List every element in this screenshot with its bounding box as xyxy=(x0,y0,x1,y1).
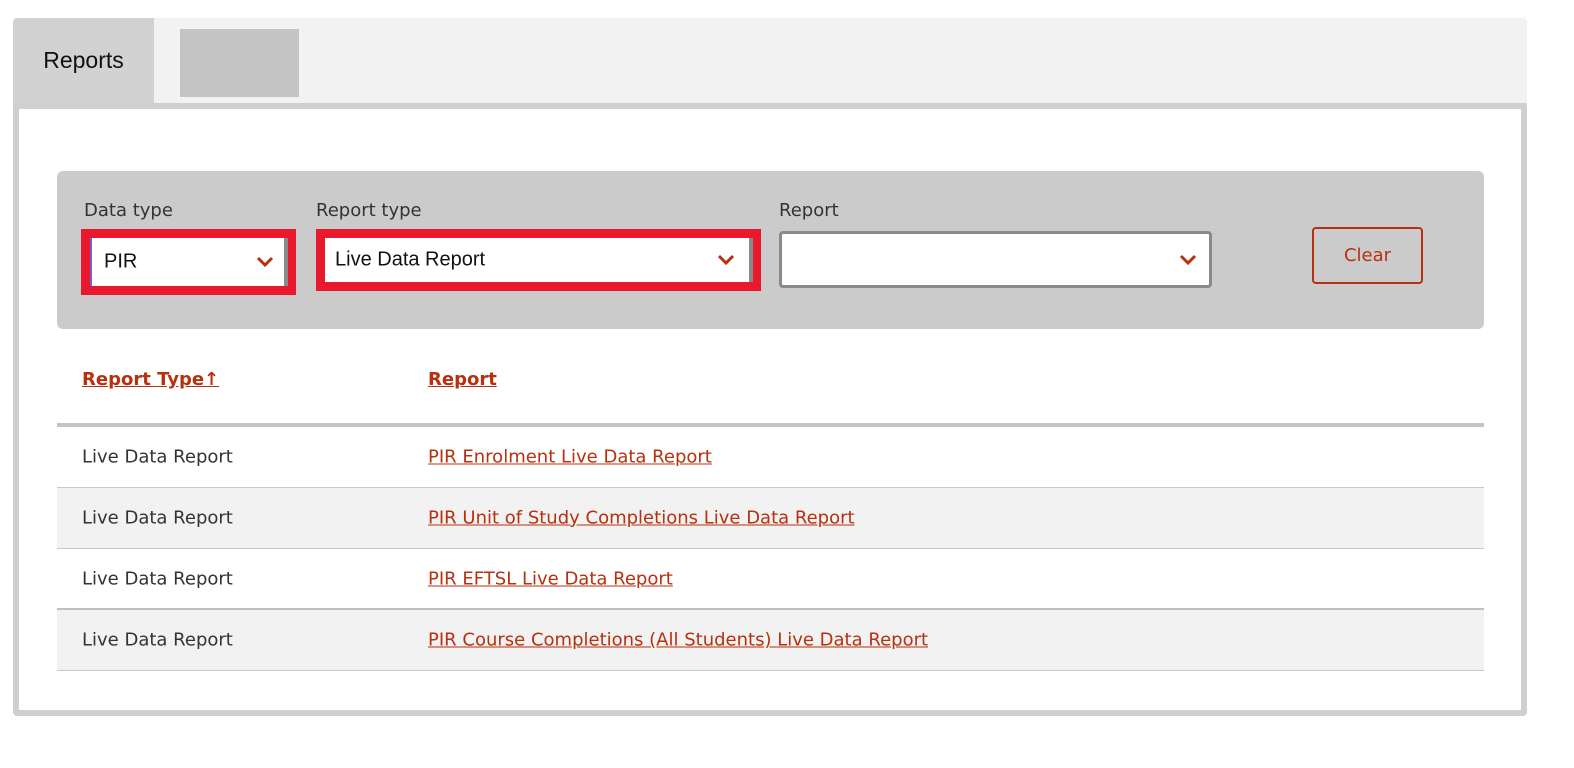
tab-reports-label: Reports xyxy=(43,47,124,73)
chevron-down-icon xyxy=(256,256,274,268)
tab-blank[interactable] xyxy=(180,29,299,97)
row-report-type: Live Data Report xyxy=(82,629,233,651)
chevron-down-icon xyxy=(717,254,735,266)
reports-panel: Data type PIR Report type Live Data Repo… xyxy=(13,103,1527,716)
chevron-down-icon xyxy=(1179,254,1197,265)
table-row: Live Data Report PIR Unit of Study Compl… xyxy=(57,488,1484,549)
report-link[interactable]: PIR Enrolment Live Data Report xyxy=(428,447,712,468)
row-report-type: Live Data Report xyxy=(82,507,233,529)
report-label: Report xyxy=(779,200,839,221)
report-select[interactable] xyxy=(779,231,1212,288)
report-type-label: Report type xyxy=(316,200,422,221)
reports-app: Reports Data type PIR Report type Live D… xyxy=(13,18,1527,716)
row-report-type: Live Data Report xyxy=(82,568,233,589)
tab-bar: Reports xyxy=(13,18,1527,103)
report-link[interactable]: PIR Course Completions (All Students) Li… xyxy=(428,630,928,651)
data-type-select[interactable]: PIR xyxy=(90,238,288,286)
clear-button-label: Clear xyxy=(1343,245,1392,266)
column-header-report-type[interactable]: Report Type↑ xyxy=(82,369,219,390)
table-row: Live Data Report PIR Course Completions … xyxy=(57,610,1484,671)
table-row: Live Data Report PIR Enrolment Live Data… xyxy=(57,427,1484,488)
report-type-select[interactable]: Live Data Report xyxy=(325,238,753,282)
data-type-label: Data type xyxy=(84,200,173,221)
table-row: Live Data Report PIR EFTSL Live Data Rep… xyxy=(57,549,1484,610)
filter-bar: Data type PIR Report type Live Data Repo… xyxy=(57,171,1484,329)
tab-reports[interactable]: Reports xyxy=(13,18,154,103)
clear-button[interactable]: Clear xyxy=(1312,227,1423,284)
row-report-type: Live Data Report xyxy=(82,446,233,468)
data-type-value: PIR xyxy=(104,250,138,273)
report-type-value: Live Data Report xyxy=(335,248,486,271)
report-link[interactable]: PIR EFTSL Live Data Report xyxy=(428,568,673,589)
column-header-report[interactable]: Report xyxy=(428,369,497,390)
report-link[interactable]: PIR Unit of Study Completions Live Data … xyxy=(428,508,855,529)
